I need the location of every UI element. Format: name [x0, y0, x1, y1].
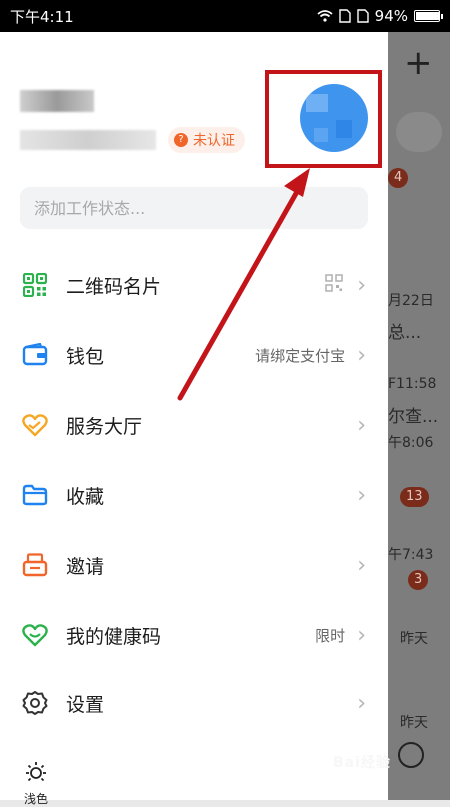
certification-label: 未认证: [193, 133, 235, 149]
folder-icon: [22, 482, 48, 508]
status-bar: 下午4:11 94%: [0, 0, 450, 32]
check-circle-icon: [398, 742, 424, 768]
watermark: Bai经验: [333, 755, 391, 771]
menu-item-label: 二维码名片: [66, 275, 162, 298]
menu-item-favorites[interactable]: 收藏 ›: [0, 460, 388, 530]
menu-item-qrcode-card[interactable]: 二维码名片 ›: [0, 250, 388, 320]
chevron-right-icon: ›: [357, 412, 366, 438]
chevron-right-icon: ›: [357, 482, 366, 508]
plus-icon: +: [404, 43, 433, 83]
chevron-right-icon: ›: [357, 622, 366, 648]
menu-item-label: 邀请: [66, 555, 105, 578]
battery-icon: [414, 10, 443, 22]
small-qrcode-icon: [325, 274, 343, 296]
menu-item-label: 收藏: [66, 485, 105, 508]
question-icon: ?: [174, 133, 188, 147]
menu-item-label: 钱包: [66, 345, 105, 368]
background-text: 尔查...: [388, 407, 439, 427]
background-date: 月22日: [388, 293, 434, 309]
status-icons: 94%: [317, 7, 443, 25]
menu-item-label: 设置: [66, 693, 105, 716]
background-text: 总...: [388, 323, 422, 343]
battery-fill: [416, 12, 439, 20]
menu-item-wallet[interactable]: 钱包 请绑定支付宝 ›: [0, 320, 388, 390]
menu-item-label: 我的健康码: [66, 625, 162, 648]
background-day: 昨天: [400, 715, 428, 731]
wifi-icon: [317, 10, 333, 22]
work-status-input[interactable]: [20, 187, 368, 229]
background-badge: 13: [400, 487, 429, 507]
background-app-overlay[interactable]: + 4 月22日 总... F11:58 尔查... 午8:06 13 午7:4…: [388, 32, 450, 800]
invite-icon: [22, 552, 48, 578]
menu-item-value: 限时: [315, 626, 346, 645]
menu-item-health-code[interactable]: 我的健康码 限时 ›: [0, 600, 388, 670]
chevron-right-icon: ›: [357, 552, 366, 578]
sim-no-signal-icon-2: [356, 9, 369, 23]
certification-badge[interactable]: ? 未认证: [168, 127, 245, 153]
sun-icon: [26, 762, 46, 782]
qrcode-icon: [22, 272, 48, 298]
background-badge: 4: [388, 168, 409, 188]
chevron-right-icon: ›: [357, 272, 366, 298]
background-time: 午7:43: [388, 547, 434, 563]
background-pill: [396, 112, 442, 152]
menu-item-invite[interactable]: 邀请 ›: [0, 530, 388, 600]
background-badge: 3: [408, 570, 429, 590]
sim-no-signal-icon: [338, 9, 351, 23]
theme-label: 浅色: [23, 792, 48, 806]
background-time: F11:58: [388, 376, 437, 392]
battery-percent: 94%: [374, 7, 408, 25]
heart-hands-icon: [22, 412, 48, 438]
menu-item-value: 请绑定支付宝: [255, 346, 346, 365]
wallet-icon: [22, 342, 48, 368]
background-time: 午8:06: [388, 435, 434, 451]
status-time: 下午4:11: [10, 7, 74, 26]
profile-org-blurred: [20, 130, 156, 150]
chevron-right-icon: ›: [357, 342, 366, 368]
annotation-highlight-box: [265, 70, 382, 168]
gear-icon: [22, 690, 48, 716]
background-day: 昨天: [400, 631, 428, 647]
menu-item-settings[interactable]: 设置 ›: [0, 668, 388, 738]
health-code-icon: [22, 622, 48, 648]
profile-name-blurred[interactable]: [20, 90, 94, 112]
chevron-right-icon: ›: [357, 690, 366, 716]
menu-item-service-hall[interactable]: 服务大厅 ›: [0, 390, 388, 460]
menu-item-label: 服务大厅: [66, 415, 143, 438]
